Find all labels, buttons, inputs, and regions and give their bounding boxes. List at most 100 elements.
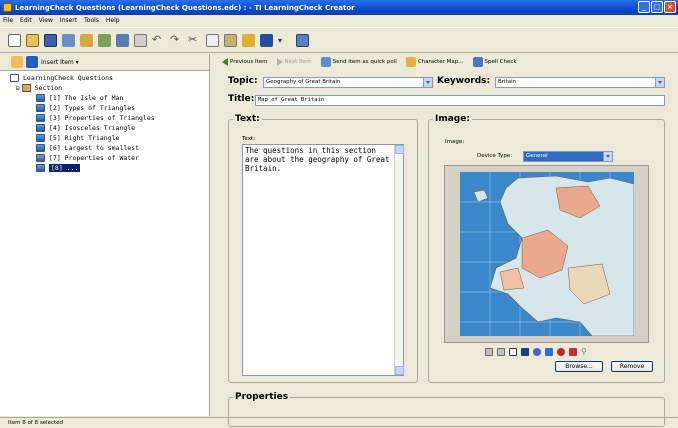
chart-icon[interactable] <box>545 348 553 356</box>
send-quick-poll-button[interactable]: Send item as quick poll <box>320 56 397 67</box>
item-icon <box>36 134 45 142</box>
character-map-button[interactable]: Character Map... <box>405 56 464 67</box>
image-sublabel: Image: <box>445 139 465 145</box>
send-quick-poll-label: Send item as quick poll <box>332 58 397 65</box>
tree-root[interactable]: LearningCheck Questions <box>10 73 209 83</box>
title-input[interactable]: Map of Great Britain <box>255 95 665 106</box>
menu-help[interactable]: Help <box>106 17 120 24</box>
chevron-down-icon[interactable] <box>603 152 612 161</box>
eraser-icon[interactable] <box>557 348 565 356</box>
menu-tools[interactable]: Tools <box>84 17 99 24</box>
list-item[interactable]: [5] Right Triangle <box>10 133 209 143</box>
item-icon <box>36 124 45 132</box>
collapse-icon[interactable]: ⊟ <box>16 85 20 92</box>
marker-icon[interactable] <box>569 348 577 356</box>
topic-value: Geography of Great Britain <box>266 79 341 85</box>
screen-icon[interactable] <box>521 348 529 356</box>
keywords-combo[interactable]: Britain <box>495 77 665 88</box>
window-controls: _ □ × <box>638 1 676 13</box>
menu-file[interactable]: File <box>3 17 13 24</box>
class-icon[interactable] <box>116 33 129 47</box>
document-icon <box>10 74 19 82</box>
list-item[interactable]: [7] Properties of Water <box>10 153 209 163</box>
text-body-input[interactable]: The questions in this section are about … <box>242 144 404 376</box>
main-toolbar: ↶ ↷ ✂ ▾ <box>0 27 678 53</box>
list-item-label: [5] Right Triangle <box>49 134 120 142</box>
topic-combo[interactable]: Geography of Great Britain <box>263 77 433 88</box>
device-type-select[interactable]: General <box>523 151 613 162</box>
save-icon[interactable] <box>44 33 57 47</box>
list-item-label: [7] Properties of Water <box>49 154 140 162</box>
new-document-icon[interactable] <box>8 33 21 47</box>
add-section-icon[interactable] <box>11 56 23 68</box>
list-item-label: [1] The Isle of Man <box>49 94 124 102</box>
insert-item-icon[interactable] <box>26 56 38 68</box>
copy-icon[interactable] <box>206 33 219 47</box>
cut-icon[interactable]: ✂ <box>188 33 201 47</box>
pin-icon[interactable]: ⚲ <box>581 348 589 356</box>
collect-icon[interactable] <box>80 33 93 47</box>
text-scrollbar[interactable] <box>394 145 404 375</box>
spell-check-button[interactable]: Spell Check <box>472 56 517 67</box>
list-item[interactable]: [1] The Isle of Man <box>10 93 209 103</box>
view-icon[interactable] <box>260 33 273 47</box>
menu-edit[interactable]: Edit <box>20 17 32 24</box>
list-item[interactable]: [6] Largest to smallest <box>10 143 209 153</box>
remove-button[interactable]: Remove <box>611 361 653 372</box>
minimize-button[interactable]: _ <box>638 1 650 13</box>
tree-section[interactable]: ⊟ Section <box>10 83 209 93</box>
poll-icon <box>320 56 331 67</box>
previous-item-label: Previous Item <box>230 58 268 65</box>
arrow-left-icon <box>222 57 228 66</box>
close-button[interactable]: × <box>664 1 676 13</box>
menu-insert[interactable]: Insert <box>60 17 77 24</box>
spell-check-icon <box>472 56 483 67</box>
spell-check-label: Spell Check <box>484 58 517 65</box>
keywords-value: Britain <box>498 79 517 85</box>
menu-view[interactable]: View <box>39 17 53 24</box>
browse-button[interactable]: Browse... <box>555 361 603 372</box>
paste-image-icon[interactable] <box>497 348 505 356</box>
ellipse-icon[interactable] <box>533 348 541 356</box>
device-icon[interactable] <box>98 33 111 47</box>
list-item[interactable]: [3] Properties of Triangles <box>10 113 209 123</box>
image-group-label: Image: <box>433 114 472 124</box>
device-type-value: General <box>526 153 548 159</box>
scroll-down-icon[interactable] <box>395 366 404 375</box>
redo-icon[interactable]: ↷ <box>170 33 183 47</box>
title-bar[interactable]: LearningCheck Questions (LearningCheck Q… <box>0 0 678 15</box>
arrow-right-icon <box>276 57 283 66</box>
item-icon <box>36 164 45 172</box>
properties-icon[interactable] <box>242 33 255 47</box>
scroll-up-icon[interactable] <box>395 145 404 154</box>
item-editor-pane: Previous Item Next Item Send item as qui… <box>212 54 678 427</box>
copy-image-icon[interactable] <box>485 348 493 356</box>
undo-icon[interactable]: ↶ <box>152 33 165 47</box>
previous-item-button[interactable]: Previous Item <box>222 57 268 66</box>
export-icon[interactable] <box>296 33 309 47</box>
app-icon <box>3 3 12 12</box>
status-bar: Item 8 of 8 selected <box>0 417 678 428</box>
insert-item-button[interactable]: Insert Item ▾ <box>41 59 79 66</box>
next-item-label: Next Item <box>284 58 312 65</box>
print-icon[interactable] <box>134 33 147 47</box>
maximize-button[interactable]: □ <box>651 1 663 13</box>
list-item-selected[interactable]: [8] ... <box>10 163 209 173</box>
crop-icon[interactable] <box>509 348 517 356</box>
list-item-label: [8] ... <box>49 164 81 172</box>
chevron-down-icon[interactable]: ▾ <box>278 34 291 47</box>
open-folder-icon[interactable] <box>26 33 39 47</box>
chevron-down-icon[interactable] <box>655 78 664 87</box>
list-item[interactable]: [2] Types of Triangles <box>10 103 209 113</box>
list-item-label: [4] Isosceles Triangle <box>49 124 136 132</box>
tree-toolbar: Insert Item ▾ <box>0 54 209 71</box>
text-group: Text: Text: The questions in this sectio… <box>228 114 418 383</box>
paste-icon[interactable] <box>224 33 237 47</box>
list-item[interactable]: [4] Isosceles Triangle <box>10 123 209 133</box>
item-icon <box>36 104 45 112</box>
title-value: Map of Great Britain <box>258 97 325 103</box>
next-item-button[interactable]: Next Item <box>276 57 312 66</box>
window-title: LearningCheck Questions (LearningCheck Q… <box>15 3 355 12</box>
send-icon[interactable] <box>62 33 75 47</box>
chevron-down-icon[interactable] <box>423 78 432 87</box>
